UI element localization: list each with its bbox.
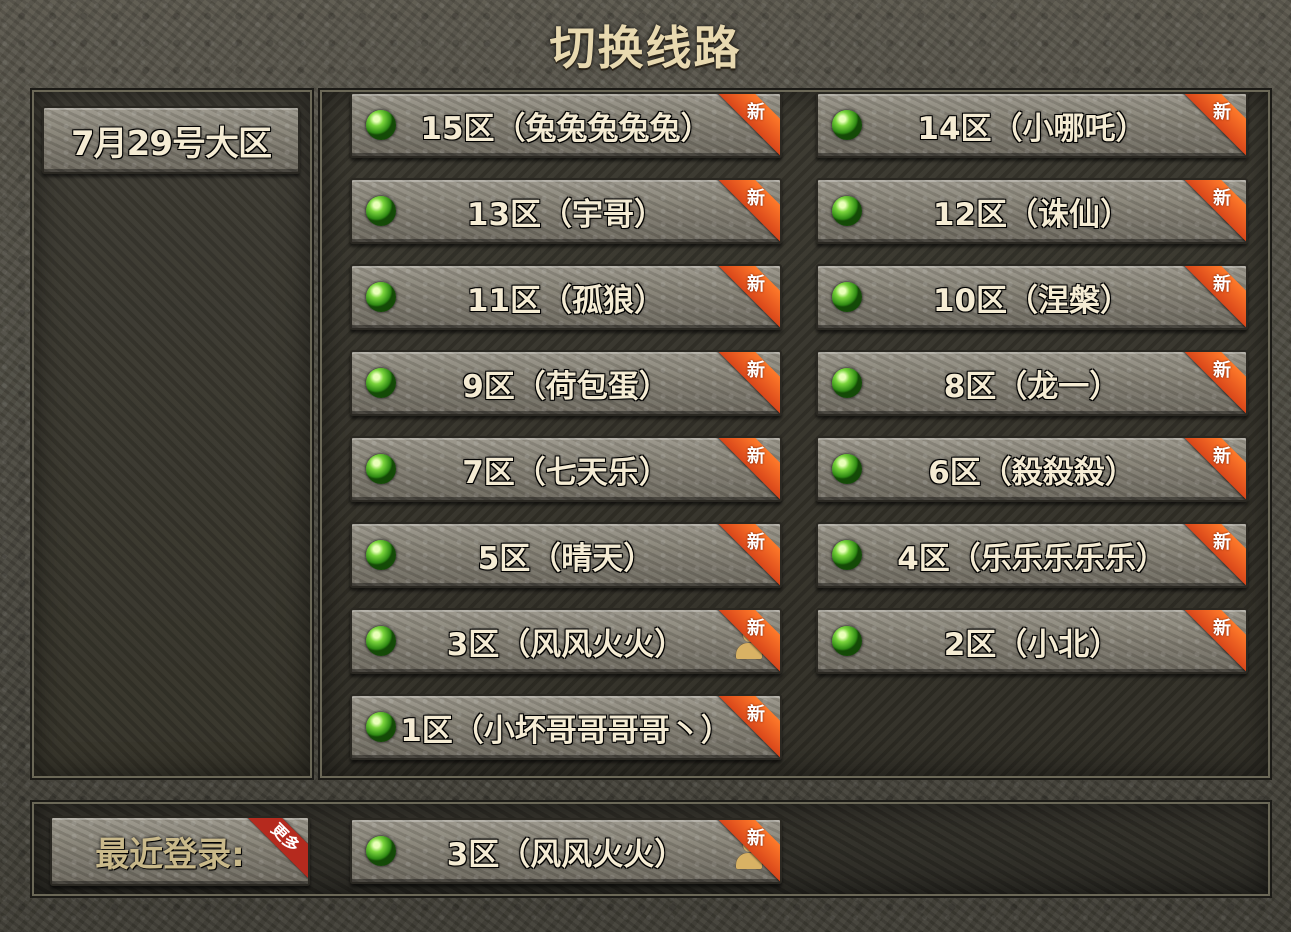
green-orb-icon [832,454,862,484]
server-name: 12区（诛仙） [932,196,1132,233]
server-name: 15区（兔兔兔兔兔） [420,110,712,147]
server-button[interactable]: 4区（乐乐乐乐乐） 新 [816,522,1248,588]
server-button[interactable]: 10区（涅槃） 新 [816,264,1248,330]
region-panel [30,88,314,780]
green-orb-icon [832,196,862,226]
region-tab-button[interactable]: 7月29号大区 [42,106,300,174]
server-name: 3区（风风火火） [446,836,686,873]
new-badge-text: 新 [1213,274,1231,295]
new-badge-text: 新 [747,360,765,381]
window-title: 切换线路 [549,21,742,75]
server-button[interactable]: 11区（孤狼） 新 [350,264,782,330]
new-badge-text: 新 [1213,532,1231,553]
green-orb-icon [366,110,396,140]
green-orb-icon [366,454,396,484]
green-orb-icon [832,282,862,312]
server-name: 14区（小哪吒） [917,110,1147,147]
new-badge-text: 新 [747,274,765,295]
server-name: 2区（小北） [943,626,1121,663]
server-name: 11区（孤狼） [466,282,666,319]
new-badge-text: 新 [747,704,765,725]
recent-login-button[interactable]: 最近登录: 更多 [50,816,310,886]
new-badge-text: 新 [747,446,765,467]
new-badge-text: 新 [747,828,765,849]
server-button[interactable]: 1区（小坏哥哥哥哥丶） 新 [350,694,782,760]
server-button[interactable]: 7区（七天乐） 新 [350,436,782,502]
region-tab-label: 7月29号大区 [71,123,272,164]
green-orb-icon [366,836,396,866]
new-badge-text: 新 [1213,360,1231,381]
server-button[interactable]: 9区（荷包蛋） 新 [350,350,782,416]
green-orb-icon [366,712,396,742]
green-orb-icon [366,368,396,398]
server-button[interactable]: 8区（龙一） 新 [816,350,1248,416]
server-button[interactable]: 12区（诛仙） 新 [816,178,1248,244]
server-name: 3区（风风火火） [446,626,686,663]
server-button[interactable]: 13区（宇哥） 新 [350,178,782,244]
server-name: 10区（涅槃） [932,282,1132,319]
server-button[interactable]: 3区（风风火火） 新 [350,818,782,884]
new-badge-text: 新 [747,102,765,123]
new-badge-text: 新 [747,532,765,553]
green-orb-icon [832,540,862,570]
green-orb-icon [832,368,862,398]
server-button[interactable]: 14区（小哪吒） 新 [816,92,1248,158]
new-badge-text: 新 [1213,102,1231,123]
recent-login-label: 最近登录: [95,834,245,875]
server-name: 6区（殺殺殺） [928,454,1136,491]
new-badge-text: 新 [1213,188,1231,209]
green-orb-icon [366,540,396,570]
server-button[interactable]: 6区（殺殺殺） 新 [816,436,1248,502]
server-name: 1区（小坏哥哥哥哥丶） [400,712,732,749]
green-orb-icon [366,196,396,226]
new-badge-text: 新 [1213,618,1231,639]
server-name: 4区（乐乐乐乐乐） [897,540,1167,577]
green-orb-icon [832,626,862,656]
server-name: 5区（晴天） [477,540,655,577]
server-name: 8区（龙一） [943,368,1121,405]
server-button[interactable]: 15区（兔兔兔兔兔） 新 [350,92,782,158]
new-badge-text: 新 [747,618,765,639]
new-badge-text: 新 [1213,446,1231,467]
server-name: 7区（七天乐） [462,454,670,491]
server-name: 9区（荷包蛋） [462,368,670,405]
green-orb-icon [832,110,862,140]
server-name: 13区（宇哥） [466,196,666,233]
new-badge-text: 新 [747,188,765,209]
server-button[interactable]: 5区（晴天） 新 [350,522,782,588]
green-orb-icon [366,282,396,312]
green-orb-icon [366,626,396,656]
server-button[interactable]: 2区（小北） 新 [816,608,1248,674]
server-button[interactable]: 3区（风风火火） 新 [350,608,782,674]
